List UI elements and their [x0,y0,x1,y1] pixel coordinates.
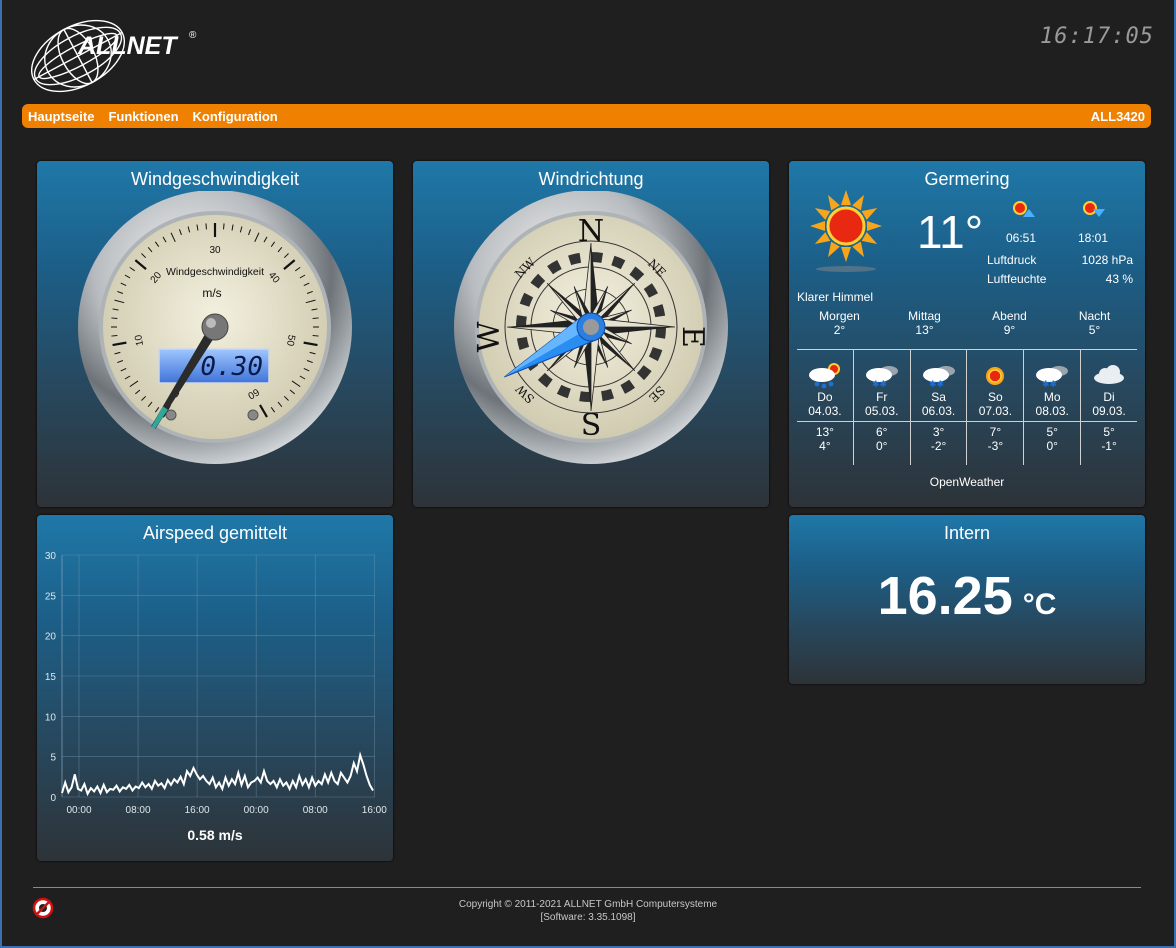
y-tick-label: 30 [45,551,57,562]
sunrise-time: 06:51 [1006,231,1037,245]
speed-tick-label: 30 [209,245,221,256]
snow-cloud-icon: ✱✱ [1036,366,1069,389]
wind-direction-compass: N E S W NE SE SW NW [454,191,728,464]
gauge-dial-label: Windgeschwindigkeit [166,266,264,278]
lcd-value: 0.30 [200,352,263,382]
cloud-icon [1094,365,1125,384]
snow-cloud-icon: ✱✱ [865,366,898,389]
daypart-morgen: Morgen 2° [819,309,860,337]
airspeed-current: 0.58 m/s [187,827,243,843]
pressure-label: Luftdruck [987,253,1037,267]
speed-tick-mark [312,317,319,319]
current-temperature: 11° [917,206,984,258]
compass-n: N [578,214,604,249]
x-tick-label: 16:00 [362,805,387,816]
gauge-unit: m/s [202,286,221,300]
device-name: ALL3420 [1090,108,1145,124]
pressure-value: 1028 hPa [1081,253,1133,267]
globe-logo-icon: ALLNET ® [30,19,197,93]
compass-w: W [472,321,507,352]
speed-tick-mark [223,223,225,230]
speed-tick-mark [111,335,118,337]
allnet-logo[interactable]: ALLNET ® [26,16,206,96]
footer-divider [33,887,1141,888]
speed-tick-mark [205,223,207,230]
y-tick-label: 0 [50,793,56,804]
brand-name: ALLNET [77,32,179,60]
y-tick-label: 5 [50,753,56,764]
snow-cloud-icon: ✱✱ [922,366,955,389]
nav-konfiguration[interactable]: Konfiguration [193,109,278,124]
speed-tick-mark [111,317,118,319]
x-tick-label: 00:00 [244,805,269,816]
sunrise-icon [1013,201,1035,217]
forecast-day: Do 04.03. 13° 4° [797,350,854,465]
airspeed-panel: Airspeed gemittelt 30 25 20 15 10 5 0 00:00 08:… [37,515,393,861]
rain-sun-icon [808,363,840,389]
x-tick-label: 08:00 [303,805,328,816]
humidity-label: Luftfeuchte [987,272,1047,286]
sun-icon [810,190,882,272]
humidity-value: 43 % [1105,272,1133,286]
footer-software: [Software: 3.35.1098] [540,912,636,923]
nav-funktionen[interactable]: Funktionen [108,109,178,124]
intern-value: 16.25 [877,566,1013,626]
wind-speed-panel: Windgeschwindigkeit 0 10 20 30 [37,161,393,507]
weather-source[interactable]: OpenWeather [789,475,1145,489]
forecast-day: So 07.03. 7° -3° [967,350,1025,465]
weather-panel: Germering 11° 06:51 18:01 Luftdruck 1028… [789,161,1145,507]
wind-direction-panel: Windrichtung N E S W NE SE SW NW [413,161,769,507]
forecast-table: Do 04.03. 13° 4° ✱✱ Fr 05.03. 6° 0° ✱✱ Sa 06.… [797,349,1137,465]
airspeed-title: Airspeed gemittelt [142,523,288,543]
svg-text:✱✱: ✱✱ [929,379,944,389]
forecast-day: ✱✱ Sa 06.03. 3° -2° [910,350,968,465]
y-tick-label: 20 [45,632,57,643]
x-tick-label: 16:00 [185,805,210,816]
weather-condition: Klarer Himmel [797,290,874,304]
daypart-row: Morgen 2° Mittag 13° Abend 9° Nacht 5° [797,309,1137,337]
daypart-abend: Abend 9° [992,309,1027,337]
wind-direction-title: Windrichtung [538,169,644,189]
x-tick-label: 00:00 [66,805,91,816]
nav-hauptseite[interactable]: Hauptseite [28,109,94,124]
sunset-time: 18:01 [1078,231,1109,245]
compass-e: E [675,326,710,348]
forecast-day: ✱✱ Fr 05.03. 6° 0° [853,350,911,465]
wind-speed-title: Windgeschwindigkeit [130,169,300,189]
y-tick-label: 15 [45,672,57,683]
main-navbar: Hauptseite Funktionen Konfiguration ALL3… [22,104,1151,128]
speed-tick-mark [312,335,319,337]
sun-icon [986,367,1005,385]
needle-hub [201,313,229,341]
footer-copyright: Copyright © 2011-2021 ALLNET GmbH Comput… [458,899,718,910]
forecast-day: ✱✱ Mo 08.03. 5° 0° [1024,350,1082,465]
sunset-icon [1083,201,1105,217]
footer: Copyright © 2011-2021 ALLNET GmbH Comput… [0,898,1176,924]
weather-location-title: Germering [924,169,1010,189]
daypart-nacht: Nacht 5° [1078,309,1111,337]
wind-speed-gauge: 0 10 20 30 40 50 60 Windgeschwindigkeit … [78,191,352,464]
x-tick-label: 08:00 [126,805,151,816]
forecast-day: Di 09.03. 5° -1° [1081,350,1137,465]
intern-panel: Intern 16.25 °C [789,515,1145,684]
compass-s: S [581,408,602,443]
airspeed-chart: 30 25 20 15 10 5 0 00:00 08:00 16:00 00:00 08:00 16… [45,551,387,816]
airspeed-series-line [61,751,374,797]
intern-temperature: 16.25 °C [789,565,1145,627]
daypart-mittag: Mittag 13° [908,309,941,337]
y-tick-label: 25 [45,591,57,602]
intern-unit: °C [1022,588,1057,621]
header-clock: 16:17:05 [1040,24,1154,49]
intern-title: Intern [943,523,991,543]
svg-text:✱✱: ✱✱ [1042,379,1057,389]
registered-mark: ® [189,30,197,41]
svg-text:✱✱: ✱✱ [872,379,887,389]
y-tick-label: 10 [45,712,57,723]
